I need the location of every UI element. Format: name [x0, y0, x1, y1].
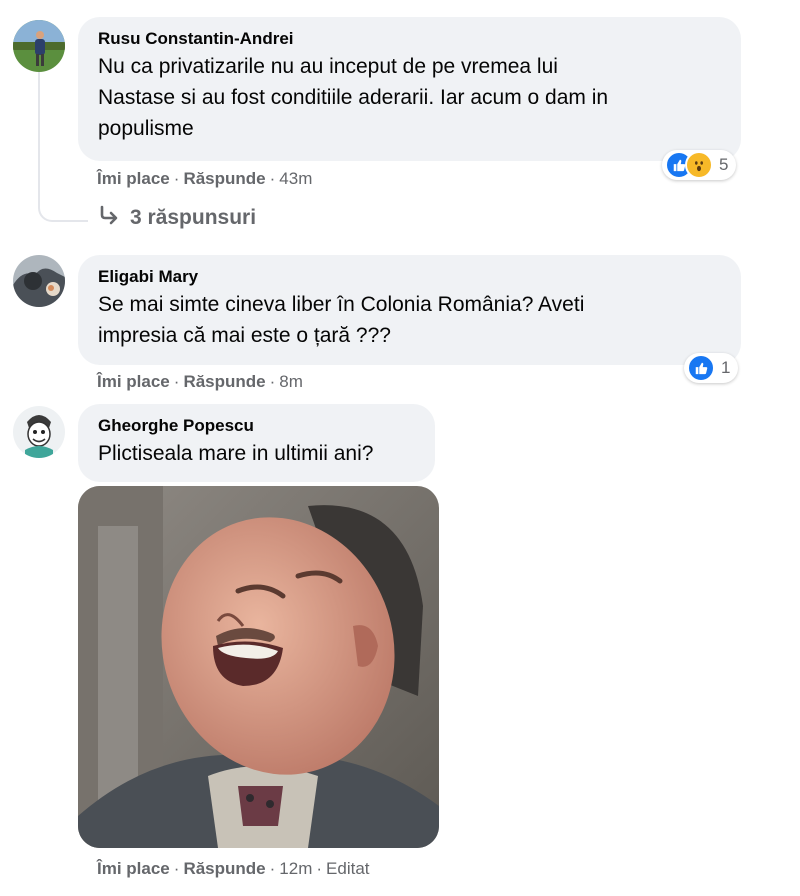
- comment-text-line: Nu ca privatizarile nu au inceput de pe …: [98, 55, 558, 78]
- comment-bubble: Gheorghe Popescu Plictiseala mare in ult…: [78, 404, 435, 482]
- comment-text-line: impresia că mai este o țară ???: [98, 324, 391, 347]
- reaction-summary[interactable]: 1: [684, 353, 739, 383]
- reply-button[interactable]: Răspunde: [183, 372, 265, 391]
- comment-text-line: Se mai simte cineva liber în Colonia Rom…: [98, 293, 585, 316]
- comment-author[interactable]: Rusu Constantin-Andrei: [98, 29, 721, 49]
- reaction-count: 5: [719, 155, 729, 174]
- comment-timestamp[interactable]: 43m: [279, 169, 312, 188]
- like-button[interactable]: Îmi place: [97, 372, 170, 391]
- edited-label[interactable]: Editat: [326, 859, 369, 878]
- wow-icon: [685, 151, 713, 179]
- comment-timestamp[interactable]: 8m: [279, 372, 303, 391]
- like-icon: [687, 354, 715, 382]
- comment-author[interactable]: Gheorghe Popescu: [98, 416, 415, 436]
- like-button[interactable]: Îmi place: [97, 169, 170, 188]
- like-button[interactable]: Îmi place: [97, 859, 170, 878]
- avatar-rusu[interactable]: [13, 20, 65, 72]
- view-replies-link[interactable]: 3 răspunsuri: [98, 204, 256, 232]
- comment-bubble: Rusu Constantin-Andrei Nu ca privatizari…: [78, 17, 741, 161]
- comment-text-line: populisme: [98, 117, 194, 140]
- comment-text-line: Nastase si au fost conditiile aderarii. …: [98, 86, 609, 109]
- comment-text-line: Plictiseala mare in ultimii ani?: [98, 442, 374, 465]
- comment-gif-attachment[interactable]: [78, 486, 439, 848]
- comment-timestamp[interactable]: 12m: [279, 859, 312, 878]
- comment-actions: Îmi place · Răspunde · 43m: [97, 169, 313, 188]
- reaction-count: 1: [721, 358, 731, 377]
- reply-button[interactable]: Răspunde: [183, 169, 265, 188]
- comment-actions: Îmi place · Răspunde · 8m: [97, 372, 303, 391]
- avatar-eligabi[interactable]: [13, 255, 65, 307]
- comment-actions: Îmi place · Răspunde · 12m · Editat: [97, 859, 370, 878]
- comment-author[interactable]: Eligabi Mary: [98, 267, 721, 287]
- avatar-gheorghe[interactable]: [13, 406, 65, 458]
- comment-bubble: Eligabi Mary Se mai simte cineva liber î…: [78, 255, 741, 365]
- reaction-summary[interactable]: 5: [662, 150, 737, 180]
- replies-count-label: 3 răspunsuri: [130, 206, 257, 229]
- reply-button[interactable]: Răspunde: [183, 859, 265, 878]
- reply-arrow-icon: [98, 204, 120, 232]
